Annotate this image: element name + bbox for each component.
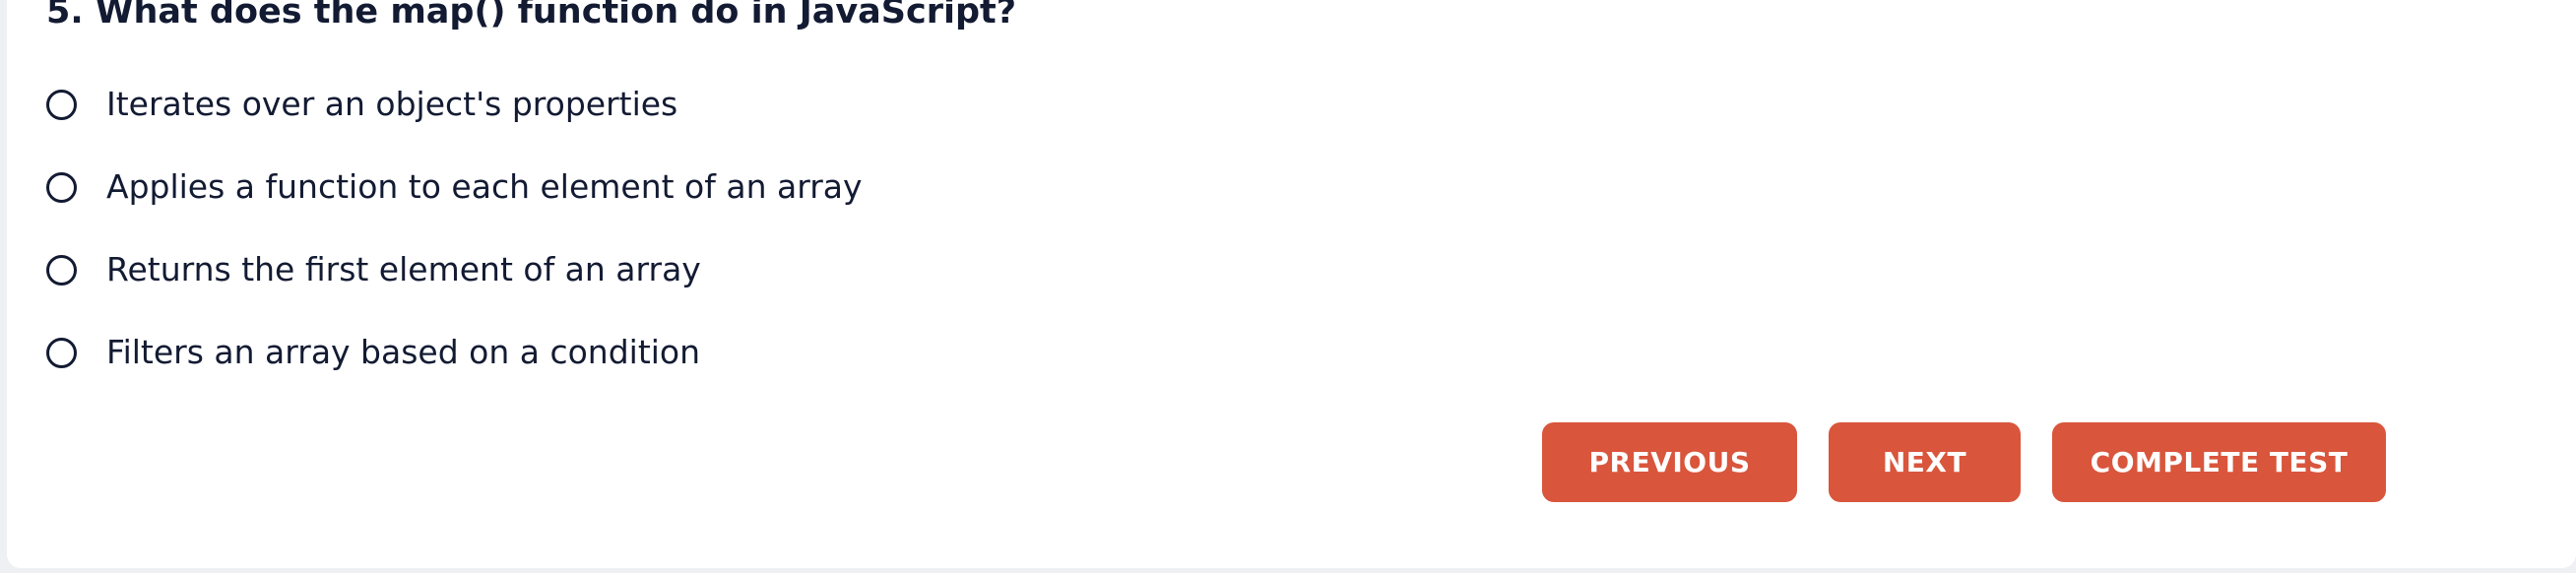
next-button[interactable]: NEXT <box>1829 422 2021 502</box>
question-title: 5. What does the map() function do in Ja… <box>46 0 1017 32</box>
answer-option-4[interactable]: Filters an array based on a condition <box>46 323 863 382</box>
complete-test-button[interactable]: COMPLETE TEST <box>2052 422 2386 502</box>
radio-button-icon[interactable] <box>46 337 77 368</box>
answer-option-label: Returns the first element of an array <box>106 250 701 288</box>
answer-option-label: Filters an array based on a condition <box>106 333 701 371</box>
answer-option-3[interactable]: Returns the first element of an array <box>46 240 863 299</box>
radio-button-icon[interactable] <box>46 89 77 120</box>
radio-button-icon[interactable] <box>46 171 77 203</box>
previous-button[interactable]: PREVIOUS <box>1542 422 1797 502</box>
question-card: 5. What does the map() function do in Ja… <box>7 0 2576 568</box>
answer-option-2[interactable]: Applies a function to each element of an… <box>46 158 863 217</box>
answer-options: Iterates over an object's properties App… <box>46 75 863 406</box>
radio-button-icon[interactable] <box>46 254 77 286</box>
answer-option-1[interactable]: Iterates over an object's properties <box>46 75 863 134</box>
answer-option-label: Iterates over an object's properties <box>106 85 678 123</box>
answer-option-label: Applies a function to each element of an… <box>106 167 863 206</box>
